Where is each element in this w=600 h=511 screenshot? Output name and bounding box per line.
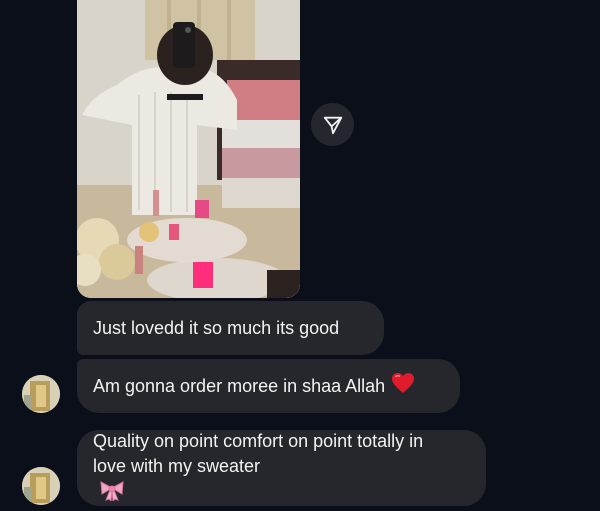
photo-illustration <box>77 0 300 298</box>
avatar-image <box>22 467 60 505</box>
avatar[interactable] <box>22 375 60 413</box>
message-text-line-1: Quality on point comfort on point totall… <box>93 430 424 451</box>
send-paper-plane-icon <box>323 116 342 134</box>
message-text: Am gonna order moree in shaa Allah <box>93 375 386 396</box>
heart-icon <box>391 372 415 401</box>
avatar-image <box>22 375 60 413</box>
message-text-line-2: love with my sweater <box>93 455 261 476</box>
message-bubble[interactable]: Just lovedd it so much its good <box>77 301 384 355</box>
ribbon-bow-icon <box>99 479 423 508</box>
shared-photo[interactable] <box>77 0 300 298</box>
message-bubble[interactable]: Am gonna order moree in shaa Allah <box>77 359 460 413</box>
share-button[interactable] <box>311 103 354 146</box>
message-text: Just lovedd it so much its good <box>93 317 340 338</box>
message-bubble[interactable]: Quality on point comfort on point totall… <box>77 430 486 506</box>
avatar[interactable] <box>22 467 60 505</box>
